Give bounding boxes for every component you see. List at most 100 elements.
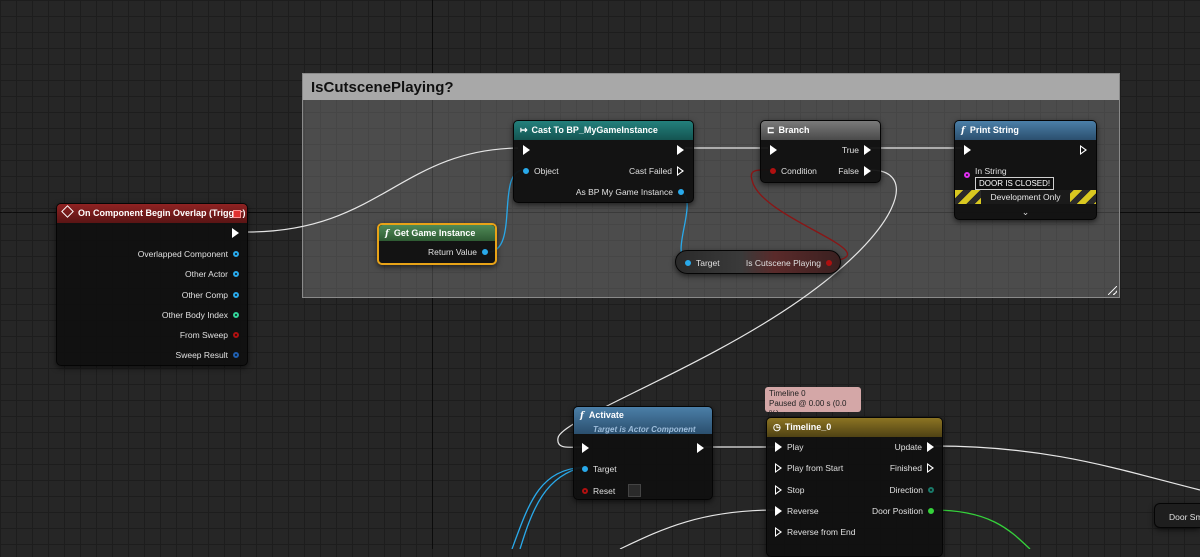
pin-false[interactable]: False <box>838 166 871 176</box>
exec-pin-icon[interactable] <box>232 228 239 238</box>
exec-pin-icon[interactable] <box>677 166 684 176</box>
exec-pin-icon[interactable] <box>770 145 777 155</box>
exec-pin-icon[interactable] <box>864 145 871 155</box>
get-game-instance-header[interactable]: f Get Game Instance <box>379 225 495 241</box>
reset-checkbox[interactable] <box>628 484 642 497</box>
exec-pin-icon[interactable] <box>677 145 684 155</box>
struct-pin-icon[interactable] <box>233 352 239 358</box>
pin-other-body-index[interactable]: Other Body Index <box>162 310 239 320</box>
cast-exec-in[interactable] <box>523 145 530 155</box>
pin-in-string[interactable]: In String DOOR IS CLOSED! <box>964 166 1055 190</box>
exec-pin-icon[interactable] <box>927 442 934 452</box>
exec-pin-icon[interactable] <box>1080 145 1087 155</box>
tooltip-line-1: Timeline 0 <box>769 389 806 398</box>
wire-float-door-position <box>932 509 1031 549</box>
in-string-input[interactable]: DOOR IS CLOSED! <box>975 177 1055 190</box>
object-pin-icon[interactable] <box>482 249 488 255</box>
exec-pin-icon[interactable] <box>864 166 871 176</box>
exec-pin-icon[interactable] <box>697 443 704 453</box>
exec-pin-icon[interactable] <box>775 527 782 537</box>
bool-pin-icon[interactable] <box>582 487 588 494</box>
pin-sweep-result[interactable]: Sweep Result <box>176 350 239 360</box>
exec-pin-icon[interactable] <box>523 145 530 155</box>
cast-title: Cast To BP_MyGameInstance <box>531 125 658 135</box>
pin-is-cutscene-playing[interactable]: Is Cutscene Playing <box>746 258 832 268</box>
exec-pin-icon[interactable] <box>964 145 971 155</box>
pin-reverse-from-end[interactable]: Reverse from End <box>775 527 856 537</box>
timeline-status-tooltip: Timeline 0 Paused @ 0.00 s (0.0 %) <box>765 387 861 418</box>
object-pin-icon[interactable] <box>523 168 529 174</box>
pin-cast-failed[interactable]: Cast Failed <box>629 166 684 176</box>
overlap-event-header[interactable]: On Component Begin Overlap (Trigger) <box>57 204 247 223</box>
print-exec-out[interactable] <box>1080 145 1087 155</box>
bool-pin-icon[interactable] <box>826 260 832 266</box>
float-pin-icon[interactable] <box>928 508 934 514</box>
pin-direction[interactable]: Direction <box>889 485 934 495</box>
object-pin-icon[interactable] <box>233 292 239 298</box>
door-node[interactable]: Door Sm <box>1154 503 1200 528</box>
timeline-header[interactable]: ◷ Timeline_0 <box>767 418 942 437</box>
pin-other-comp[interactable]: Other Comp <box>182 290 239 300</box>
pin-target[interactable]: Target <box>685 258 720 268</box>
pin-return-value[interactable]: Return Value <box>428 247 488 257</box>
pin-activate-target[interactable]: Target <box>582 464 617 474</box>
pin-door-position[interactable]: Door Position <box>872 506 934 516</box>
activate-header[interactable]: f Activate Target is Actor Component <box>574 407 712 434</box>
enum-pin-icon[interactable] <box>928 487 934 493</box>
branch-header[interactable]: ⊏ Branch <box>761 121 880 140</box>
branch-node[interactable]: ⊏ Branch True Condition False <box>760 120 881 183</box>
pin-finished[interactable]: Finished <box>890 463 934 473</box>
exec-pin-icon[interactable] <box>775 506 782 516</box>
pin-as-bp[interactable]: As BP My Game Instance <box>576 187 684 197</box>
pin-play-from-start[interactable]: Play from Start <box>775 463 843 473</box>
exec-pin-icon[interactable] <box>927 463 934 473</box>
pin-overlapped-component[interactable]: Overlapped Component <box>138 249 239 259</box>
cast-header[interactable]: ↦ Cast To BP_MyGameInstance <box>514 121 693 140</box>
exec-pin-icon[interactable] <box>775 485 782 495</box>
comment-title[interactable]: IsCutscenePlaying? <box>303 74 1119 100</box>
pin-true[interactable]: True <box>842 145 871 155</box>
pin-reset[interactable]: Reset <box>582 484 642 497</box>
delegate-pin-icon[interactable] <box>233 210 241 218</box>
pin-update[interactable]: Update <box>895 442 934 452</box>
cast-exec-out[interactable] <box>677 145 684 155</box>
overlap-event-node[interactable]: On Component Begin Overlap (Trigger) Ove… <box>56 203 248 366</box>
activate-exec-out[interactable] <box>697 443 704 453</box>
bool-pin-icon[interactable] <box>233 332 239 338</box>
string-pin-icon[interactable] <box>964 172 970 178</box>
branch-title: Branch <box>778 125 810 135</box>
pin-label: Is Cutscene Playing <box>745 258 821 268</box>
timeline-node[interactable]: ◷ Timeline_0 Play Play from Start Stop Re… <box>766 417 943 557</box>
object-pin-icon[interactable] <box>685 260 691 266</box>
pin-reverse[interactable]: Reverse <box>775 506 819 516</box>
overlap-exec-out[interactable] <box>232 228 239 238</box>
pin-label: Other Actor <box>185 269 228 279</box>
object-pin-icon[interactable] <box>678 189 684 195</box>
branch-exec-in[interactable] <box>770 145 777 155</box>
development-only-banner: Development Only <box>955 190 1096 204</box>
int-pin-icon[interactable] <box>233 312 239 318</box>
activate-node[interactable]: f Activate Target is Actor Component Targ… <box>573 406 713 500</box>
print-string-node[interactable]: f Print String In String DOOR IS CLOSED! … <box>954 120 1097 220</box>
cast-node[interactable]: ↦ Cast To BP_MyGameInstance Object Cast F… <box>513 120 694 203</box>
exec-pin-icon[interactable] <box>775 442 782 452</box>
print-exec-in[interactable] <box>964 145 971 155</box>
object-pin-icon[interactable] <box>233 251 239 257</box>
print-string-header[interactable]: f Print String <box>955 121 1096 140</box>
pin-from-sweep[interactable]: From Sweep <box>180 330 239 340</box>
pin-condition[interactable]: Condition <box>770 166 817 176</box>
activate-exec-in[interactable] <box>582 443 589 453</box>
bool-pin-icon[interactable] <box>770 168 776 174</box>
exec-pin-icon[interactable] <box>775 463 782 473</box>
exec-pin-icon[interactable] <box>582 443 589 453</box>
pin-object[interactable]: Object <box>523 166 559 176</box>
object-pin-icon[interactable] <box>582 466 588 472</box>
pin-stop[interactable]: Stop <box>775 485 805 495</box>
pin-play[interactable]: Play <box>775 442 804 452</box>
resize-handle[interactable] <box>1108 286 1117 295</box>
is-cutscene-playing-node[interactable]: Target Is Cutscene Playing <box>675 250 841 274</box>
object-pin-icon[interactable] <box>233 271 239 277</box>
get-game-instance-node[interactable]: f Get Game Instance Return Value <box>377 223 497 265</box>
chevron-down-icon[interactable]: ⌄ <box>955 207 1096 218</box>
pin-other-actor[interactable]: Other Actor <box>185 269 239 279</box>
